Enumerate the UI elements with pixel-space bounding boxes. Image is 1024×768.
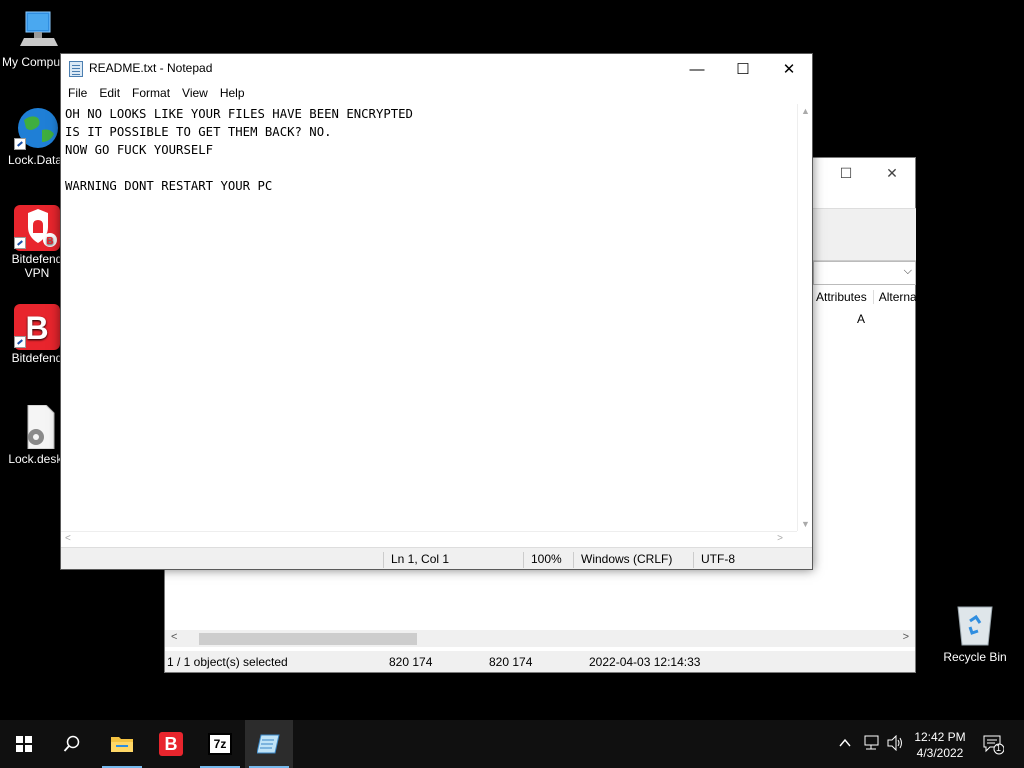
taskbar: B 7z 12:42 PM 4/3/2022 1 [0,720,1024,768]
title-bar[interactable]: README.txt - Notepad — ☐ ✕ [61,54,812,84]
notepad-icon [69,61,83,77]
scroll-down-icon[interactable]: ▼ [801,519,810,529]
shortcut-arrow-icon [14,138,26,150]
scroll-left-icon[interactable]: < [65,533,71,544]
bitdefender-letter: B [164,733,178,754]
maximize-button[interactable]: ☐ [720,54,766,84]
settings-file-icon [14,404,60,450]
shortcut-arrow-icon [14,237,26,249]
scroll-up-icon[interactable]: ▲ [801,106,810,116]
menu-format[interactable]: Format [127,84,177,104]
sevenzip-taskbar-button[interactable]: 7z [196,720,244,768]
zoom-level: 100% [523,552,573,568]
menu-file[interactable]: File [63,84,94,104]
search-button[interactable] [48,720,96,768]
folder-icon [111,737,133,752]
column-header[interactable]: Attributes [813,290,867,304]
attributes-value: A [857,312,866,326]
window-controls: ☐ ✕ [823,158,915,188]
menu-bar: File Edit Format View Help [61,84,812,104]
notification-count: 1 [996,743,1002,753]
sevenzip-icon: 7z [208,733,232,755]
sevenzip-label: 7z [213,737,227,751]
scroll-right-icon[interactable]: > [903,631,909,643]
address-bar[interactable]: ⌵ [813,261,916,285]
bitdefender-taskbar-button[interactable]: B [147,720,195,768]
bitdefender-vpn-icon: B [14,205,60,251]
start-button[interactable] [0,720,48,768]
notepad-taskbar-button[interactable] [245,720,293,768]
notepad-window[interactable]: README.txt - Notepad — ☐ ✕ File Edit For… [60,53,813,570]
line-ending: Windows (CRLF) [573,552,693,568]
clock[interactable]: 12:42 PM 4/3/2022 [912,729,968,761]
scroll-left-icon[interactable]: < [171,631,177,643]
search-icon [63,735,80,752]
chevron-up-icon[interactable] [838,736,852,753]
svg-text:B: B [46,236,53,247]
modified-status: 2022-04-03 12:14:33 [589,655,701,669]
desktop-icon-label: Recycle Bin [943,650,1007,664]
desktop-icon-recycle-bin[interactable]: Recycle Bin [938,603,1012,664]
size-status: 820 174 [389,655,433,669]
selection-status: 1 / 1 object(s) selected [167,655,288,669]
volume-icon[interactable] [886,734,904,754]
vertical-scrollbar[interactable]: ▲ ▼ [797,104,812,531]
network-icon[interactable] [862,735,880,754]
bitdefender-icon: B [14,304,60,350]
scroll-right-icon[interactable]: > [777,533,783,544]
toolbar [813,208,916,261]
maximize-icon[interactable]: ☐ [823,158,869,188]
clock-date: 4/3/2022 [916,746,964,760]
status-bar: 1 / 1 object(s) selected 820 174 820 174… [165,651,915,672]
notification-center-button[interactable]: 1 [982,733,1005,758]
scroll-thumb[interactable] [199,633,417,645]
close-icon[interactable]: ✕ [869,158,915,188]
column-header-row: Attributes Alterna [813,286,917,308]
chevron-down-icon[interactable]: ⌵ [904,265,912,278]
text-editor[interactable]: OH NO LOOKS LIKE YOUR FILES HAVE BEEN EN… [61,104,797,531]
windows-logo-icon [16,736,32,752]
computer-icon [14,8,60,52]
horizontal-scrollbar[interactable]: < > [165,630,915,647]
bitdefender-icon: B [159,732,183,756]
file-explorer-button[interactable] [98,720,146,768]
shortcut-arrow-icon [14,336,26,348]
cursor-position: Ln 1, Col 1 [383,552,523,568]
packed-size-status: 820 174 [489,655,533,669]
svg-text:B: B [25,310,48,346]
close-button[interactable]: ✕ [766,54,812,84]
desktop: My Compu Lock.Data B Bitdefend VPN B Bit… [0,0,1024,720]
encoding: UTF-8 [693,552,812,568]
menu-view[interactable]: View [177,84,215,104]
globe-icon [14,106,60,150]
window-title: README.txt - Notepad [89,61,213,75]
menu-help[interactable]: Help [215,84,252,104]
clock-time: 12:42 PM [914,730,966,744]
horizontal-scrollbar[interactable]: < > [61,531,797,547]
recycle-bin-icon [952,603,998,647]
status-bar: Ln 1, Col 1 100% Windows (CRLF) UTF-8 [61,547,812,569]
minimize-button[interactable]: — [674,54,720,84]
menu-edit[interactable]: Edit [94,84,127,104]
notepad-icon [257,734,280,754]
column-header[interactable]: Alterna [872,290,917,304]
